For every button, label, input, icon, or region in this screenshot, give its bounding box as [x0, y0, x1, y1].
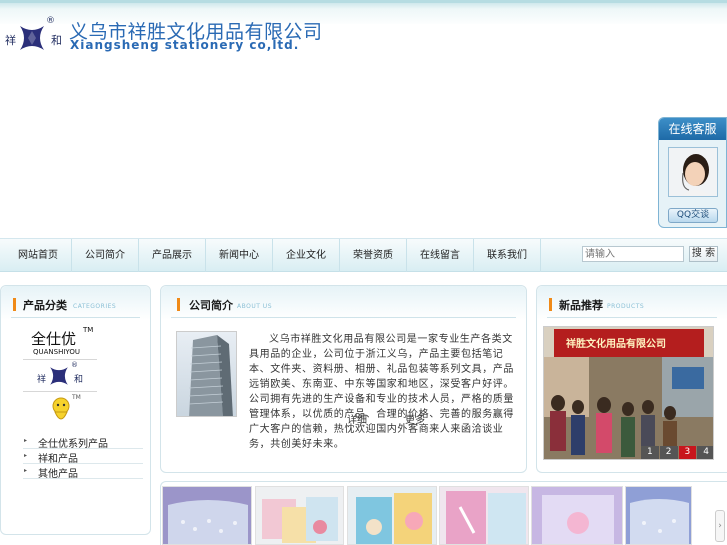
banner-pager: 1 2 3 4 — [641, 446, 713, 459]
nav-item-about[interactable]: 公司简介 — [72, 239, 139, 272]
about-panel: 公司简介 ABOUT US 义乌市祥胜文化用品有限公司是一家专业生产各类文具用品… — [160, 285, 527, 473]
brand-quanshiyou-tm: TM — [83, 326, 94, 334]
brand-xianghe-right: 和 — [74, 375, 84, 385]
brand-mascot-tm: TM — [72, 394, 81, 401]
logo-reg-mark: ® — [46, 16, 55, 26]
pager-button[interactable]: 4 — [697, 446, 713, 459]
nav-item-message[interactable]: 在线留言 — [407, 239, 474, 272]
about-detail-link[interactable]: 详细 — [347, 411, 367, 426]
products-header: 新品推荐 PRODUCTS — [537, 286, 727, 320]
product-thumb[interactable] — [255, 486, 344, 545]
building-photo — [176, 331, 237, 417]
scroll-right-icon[interactable]: › — [715, 510, 725, 542]
about-more-link[interactable]: 更多 — [405, 411, 425, 426]
nav-item-news[interactable]: 新闻中心 — [206, 239, 273, 272]
about-title: 公司简介 — [189, 299, 233, 312]
header-rule — [171, 317, 516, 318]
categories-header: 产品分类 CATEGORIES — [1, 286, 150, 320]
brand-quanshiyou-en: QUANSHIYOU — [33, 348, 80, 356]
nav-item-products[interactable]: 产品展示 — [139, 239, 206, 272]
nav-item-honors[interactable]: 荣誉资质 — [340, 239, 407, 272]
products-title: 新品推荐 — [559, 299, 603, 312]
logo-x-mark — [20, 26, 44, 50]
header-rule — [547, 317, 717, 318]
about-text: 义乌市祥胜文化用品有限公司是一家专业生产各类文具用品的企业，公司位于浙江义乌，产… — [249, 334, 514, 450]
company-name-en: Xiangsheng stationery co,ltd. — [70, 38, 300, 52]
logo-left-char: 祥 — [5, 34, 16, 47]
nav-item-home[interactable]: 网站首页 — [5, 239, 72, 272]
brand-quanshiyou-cn: 全仕优 — [31, 330, 77, 348]
categories-subtitle: CATEGORIES — [73, 303, 117, 310]
product-thumb[interactable] — [439, 486, 529, 545]
mascot-icon — [52, 397, 70, 420]
product-banner[interactable]: 祥胜文化用品有限公司 1 2 3 4 — [543, 326, 714, 460]
header-rule — [11, 317, 140, 318]
brand-mascot[interactable]: TM — [23, 394, 97, 426]
product-thumb[interactable] — [162, 486, 252, 545]
category-label: 其他产品 — [38, 469, 78, 480]
about-subtitle: ABOUT US — [237, 303, 273, 310]
pager-button-active[interactable]: 3 — [678, 446, 697, 459]
brand-xianghe-x-mark — [50, 367, 68, 385]
bullet-icon: ▸ — [24, 452, 28, 459]
category-label: 祥和产品 — [38, 454, 78, 465]
category-item[interactable]: ▸ 全仕优系列产品 — [23, 434, 143, 450]
about-header: 公司简介 ABOUT US — [161, 286, 526, 320]
online-service-widget: 在线客服 QQ交谈 — [658, 117, 727, 228]
nav-item-contact[interactable]: 联系我们 — [474, 239, 541, 272]
company-logo[interactable]: 祥 ® 和 — [3, 16, 65, 54]
nav-item-culture[interactable]: 企业文化 — [273, 239, 340, 272]
title-accent-bar — [13, 298, 16, 311]
category-item[interactable]: ▸ 祥和产品 — [23, 449, 143, 465]
products-panel: 新品推荐 PRODUCTS 祥胜文化用品有限公司 1 2 3 4 — [536, 285, 727, 473]
pager-button[interactable]: 1 — [641, 446, 659, 459]
categories-panel: 产品分类 CATEGORIES 全仕优 TM QUANSHIYOU 祥 ® 和 … — [0, 285, 151, 535]
product-thumb[interactable] — [531, 486, 623, 545]
service-agent-avatar — [668, 147, 718, 197]
category-label: 全仕优系列产品 — [38, 439, 108, 450]
category-item[interactable]: ▸ 其他产品 — [23, 464, 143, 480]
brand-xianghe-reg: ® — [71, 361, 78, 369]
main-nav: 网站首页 公司简介 产品展示 新闻中心 企业文化 荣誉资质 在线留言 联系我们 … — [0, 238, 727, 272]
brand-quanshiyou[interactable]: 全仕优 TM QUANSHIYOU — [23, 326, 97, 360]
logo-right-char: 和 — [51, 34, 62, 47]
product-thumb[interactable] — [347, 486, 437, 545]
brand-xianghe-left: 祥 — [37, 375, 47, 385]
search-button[interactable]: 搜 索 — [689, 246, 718, 262]
pager-button[interactable]: 2 — [659, 446, 678, 459]
product-thumb[interactable] — [625, 486, 692, 545]
online-service-title: 在线客服 — [659, 118, 726, 140]
products-subtitle: PRODUCTS — [607, 303, 645, 310]
categories-title: 产品分类 — [23, 299, 67, 312]
title-accent-bar — [177, 298, 180, 311]
banner-sign: 祥胜文化用品有限公司 — [566, 339, 666, 350]
bullet-icon: ▸ — [24, 437, 28, 444]
title-accent-bar — [549, 298, 552, 311]
search-input[interactable] — [582, 246, 684, 262]
bullet-icon: ▸ — [24, 467, 28, 474]
brand-xianghe[interactable]: 祥 ® 和 — [23, 361, 97, 392]
qq-chat-button[interactable]: QQ交谈 — [668, 208, 718, 223]
